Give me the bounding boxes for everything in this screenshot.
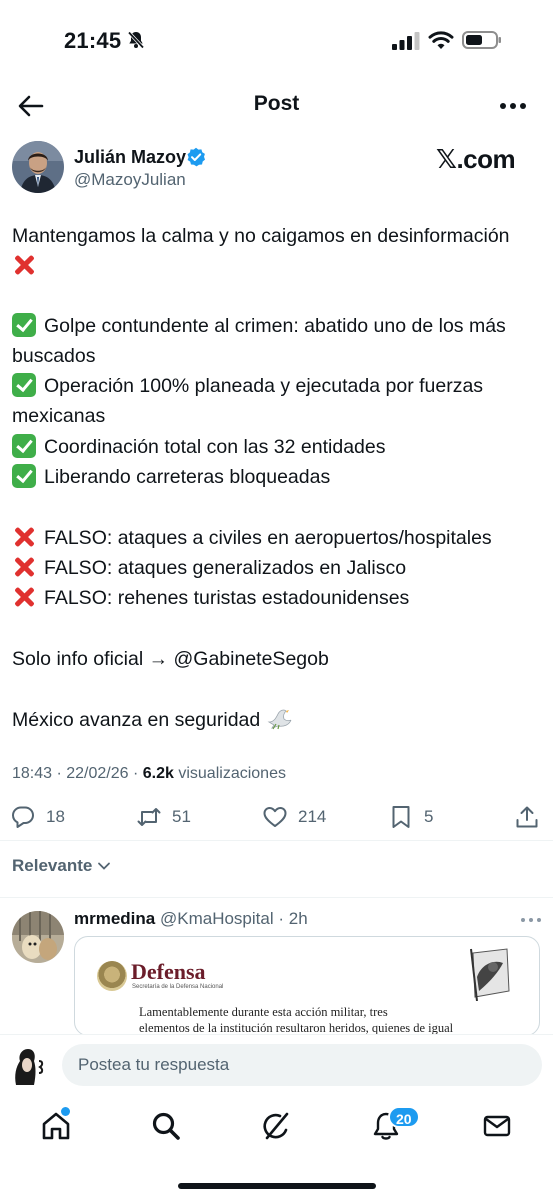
more-options-icon[interactable] — [498, 96, 528, 116]
xcom-watermark: 𝕏.com — [436, 144, 516, 175]
bookmark-icon — [392, 806, 410, 828]
tweet-text-line: FALSO: ataques a civiles en aeropuertos/… — [12, 523, 492, 553]
share-button[interactable] — [514, 803, 540, 831]
cross-mark-emoji-icon — [12, 253, 36, 277]
tweet-meta: 18:43 · 22/02/26 · 6.2k visualizaciones — [12, 765, 286, 783]
home-indicator — [178, 1183, 376, 1189]
tweet-text-line: México avanza en seguridad — [12, 705, 292, 735]
repost-count: 51 — [172, 807, 191, 826]
tweet-text-line: FALSO: rehenes turistas estadounidenses — [12, 583, 409, 613]
wifi-icon — [428, 31, 454, 49]
verified-badge-icon — [187, 147, 205, 167]
tweet-text-line: Mantengamos la calma y no caigamos en de… — [12, 221, 510, 251]
check-mark-emoji-icon — [12, 313, 36, 337]
tweet-text-line: Solo info oficial → @GabineteSegob — [12, 644, 329, 674]
tweet-line-text: FALSO: ataques a civiles en aeropuertos/… — [44, 527, 492, 549]
battery-icon — [462, 31, 501, 49]
cross-mark-emoji-icon — [12, 585, 36, 609]
cellular-signal-icon — [392, 32, 420, 50]
tweet-text-line: mexicanas — [12, 401, 105, 431]
flag-emblem-icon — [470, 948, 510, 1001]
doc-subtitle: Secretaría de la Defensa Nacional — [132, 984, 224, 990]
chevron-down-icon — [98, 862, 111, 870]
view-count: 6.2k — [142, 765, 174, 782]
tweet-line-text: FALSO: rehenes turistas estadounidenses — [44, 587, 410, 609]
tweet-text-line: Coordinación total con las 32 entidades — [12, 432, 385, 462]
tweet-timestamp: 18:43 · 22/02/26 · — [12, 765, 143, 782]
tweet-text-line: FALSO: ataques generalizados en Jalisco — [12, 553, 406, 583]
reply-button[interactable]: 18 — [10, 803, 65, 831]
repost-button[interactable]: 51 — [136, 803, 191, 831]
tweet-line-text: Operación 100% planeada y ejecutada por … — [44, 375, 484, 397]
reply-author-handle[interactable]: @KmaHospital — [160, 909, 274, 928]
check-mark-emoji-icon — [12, 434, 36, 458]
bell-muted-icon — [127, 31, 145, 49]
tweet-line-text: Coordinación total con las 32 entidades — [44, 436, 386, 458]
check-mark-emoji-icon — [12, 373, 36, 397]
defensa-seal-logo — [97, 961, 127, 991]
tweet-text-line: Operación 100% planeada y ejecutada por … — [12, 371, 483, 401]
tweet-line-text: Liberando carreteras bloqueadas — [44, 466, 331, 488]
home-unread-dot — [61, 1107, 70, 1116]
tweet-text-line: buscados — [12, 341, 95, 371]
tweet-line-text: Mantengamos la calma y no caigamos en de… — [12, 225, 510, 247]
grok-icon[interactable] — [260, 1110, 292, 1142]
notifications-badge: 20 — [388, 1106, 420, 1128]
status-time: 21:45 — [64, 28, 122, 53]
divider — [0, 840, 553, 841]
repost-icon — [137, 808, 161, 826]
sort-label: Relevante — [12, 856, 93, 875]
heart-icon — [263, 807, 287, 827]
reply-image-card[interactable]: Defensa Secretaría de la Defensa Naciona… — [74, 936, 540, 1036]
cross-mark-emoji-icon — [12, 555, 36, 579]
more-options-icon[interactable] — [520, 916, 542, 924]
divider — [0, 897, 553, 898]
doc-title: Defensa — [131, 959, 206, 984]
bookmark-count: 5 — [424, 807, 434, 826]
x-logo-icon: 𝕏 — [436, 145, 457, 175]
doc-text-line: Lamentablemente durante esta acción mili… — [139, 1005, 388, 1019]
author-name[interactable]: Julián Mazoy — [74, 147, 186, 168]
reply-count: 18 — [46, 807, 65, 826]
author-handle[interactable]: @MazoyJulian — [74, 170, 186, 190]
dove-emoji-icon — [267, 709, 292, 730]
like-count: 214 — [298, 807, 327, 826]
reply-author-name[interactable]: mrmedina — [74, 909, 155, 928]
tweet-text-line: Golpe contundente al crimen: abatido uno… — [12, 311, 506, 341]
tweet-text-line — [12, 251, 44, 281]
check-mark-emoji-icon — [12, 464, 36, 488]
tweet-text-line: Liberando carreteras bloqueadas — [12, 462, 330, 492]
tweet-line-text: mexicanas — [12, 405, 106, 427]
views-label: visualizaciones — [173, 765, 286, 782]
tweet-line-text: Solo info oficial → @GabineteSegob — [12, 648, 329, 670]
xcom-domain-text: .com — [456, 144, 516, 174]
author-avatar[interactable] — [12, 141, 64, 193]
tweet-line-text: buscados — [12, 345, 96, 367]
share-icon — [516, 806, 538, 828]
current-user-avatar[interactable] — [10, 1045, 50, 1085]
reply-icon — [12, 806, 34, 828]
tweet-line-text: FALSO: ataques generalizados en Jalisco — [44, 557, 407, 579]
reply-input[interactable] — [62, 1044, 542, 1086]
like-button[interactable]: 214 — [262, 803, 326, 831]
cross-mark-emoji-icon — [12, 525, 36, 549]
bookmark-button[interactable]: 5 — [388, 803, 433, 831]
reply-header: mrmedina @KmaHospital · 2h — [74, 909, 308, 929]
page-title: Post — [253, 92, 300, 115]
tweet-line-text: Golpe contundente al crimen: abatido uno… — [44, 315, 506, 337]
tweet-line-text: México avanza en seguridad — [12, 709, 261, 731]
sort-dropdown[interactable]: Relevante — [12, 856, 112, 876]
reply-time: · 2h — [278, 909, 308, 928]
messages-mail-icon[interactable] — [481, 1110, 513, 1142]
search-icon[interactable] — [150, 1110, 182, 1142]
reply-avatar[interactable] — [12, 911, 64, 963]
